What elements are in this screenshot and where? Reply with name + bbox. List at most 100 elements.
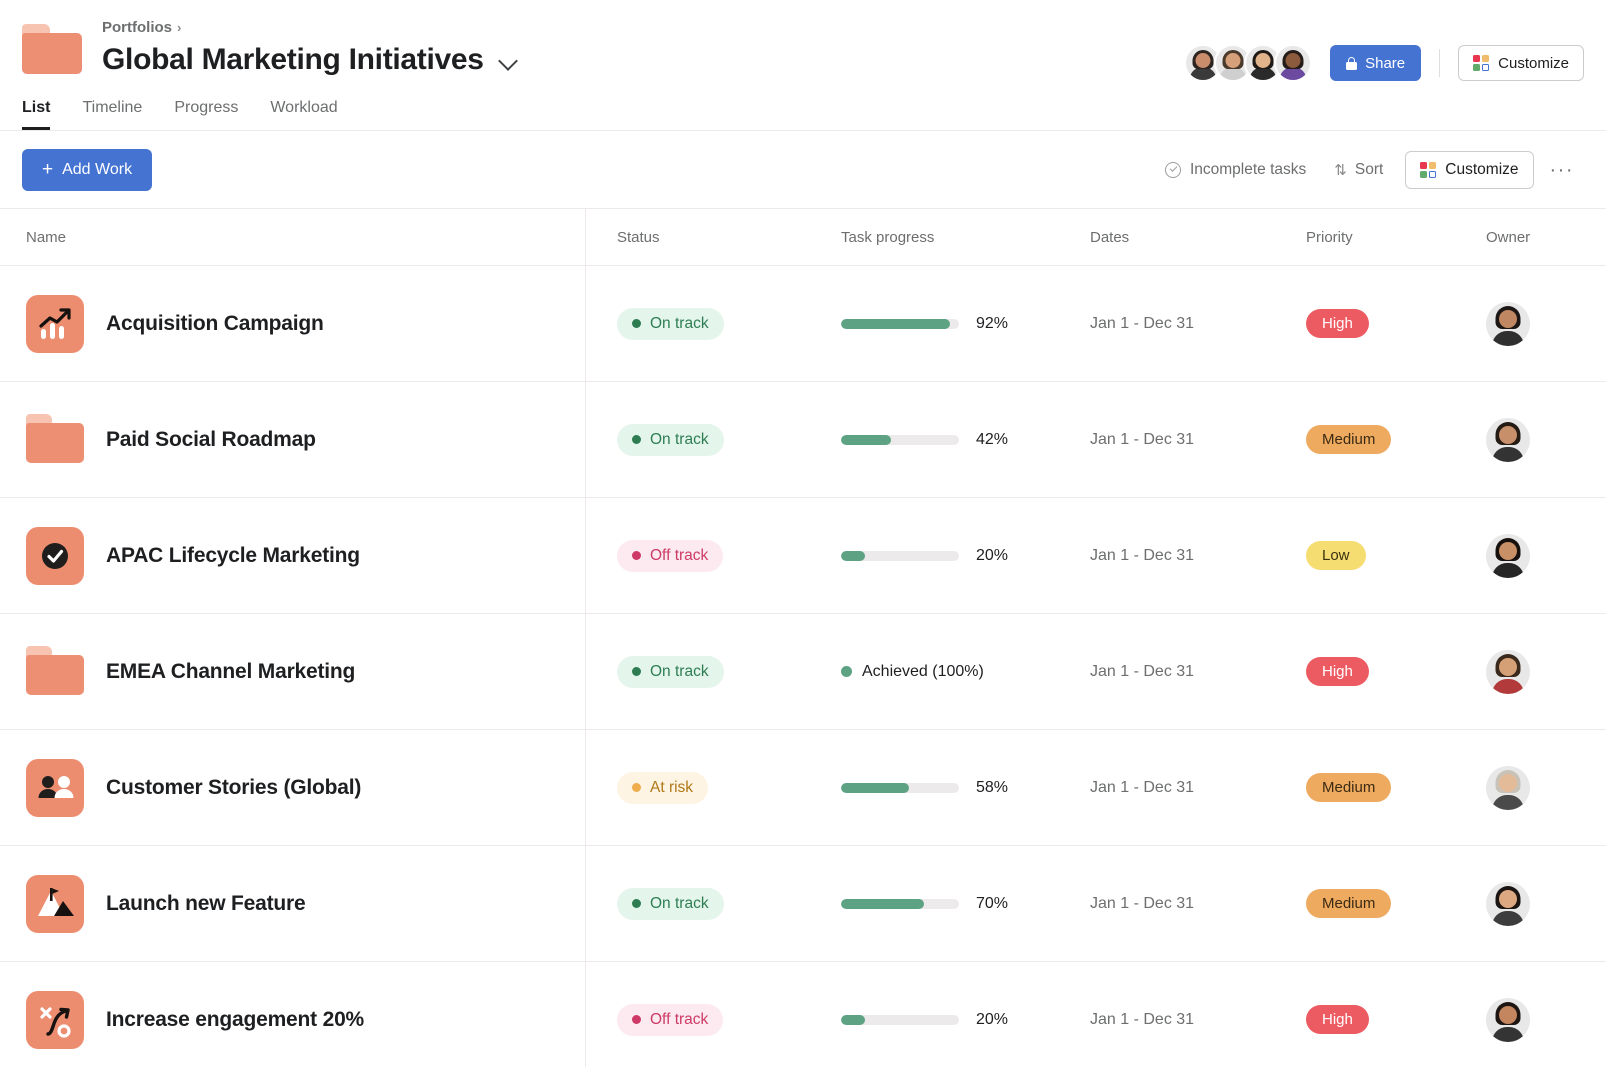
- row-owner-cell[interactable]: [1486, 649, 1606, 694]
- row-title[interactable]: EMEA Channel Marketing: [106, 660, 355, 684]
- row-owner-cell[interactable]: [1486, 997, 1606, 1042]
- breadcrumb-portfolios[interactable]: Portfolios: [102, 18, 172, 38]
- column-header-task-progress[interactable]: Task progress: [833, 229, 1086, 246]
- row-title[interactable]: Launch new Feature: [106, 892, 306, 916]
- member-avatars[interactable]: [1184, 44, 1313, 82]
- row-name-cell[interactable]: Paid Social Roadmap: [0, 413, 585, 466]
- row-status-cell[interactable]: On track: [585, 887, 833, 920]
- row-dates-cell[interactable]: Jan 1 - Dec 31: [1086, 431, 1306, 449]
- avatar[interactable]: [1486, 649, 1530, 694]
- row-status-cell[interactable]: On track: [585, 423, 833, 456]
- row-name-cell[interactable]: Acquisition Campaign: [0, 294, 585, 353]
- status-badge[interactable]: On track: [617, 887, 724, 920]
- row-name-cell[interactable]: Customer Stories (Global): [0, 758, 585, 817]
- column-header-dates[interactable]: Dates: [1086, 229, 1306, 246]
- row-priority-cell[interactable]: High: [1306, 309, 1486, 338]
- status-badge[interactable]: Off track: [617, 1003, 724, 1036]
- add-work-button[interactable]: + Add Work: [22, 148, 153, 191]
- row-status-cell[interactable]: At risk: [585, 771, 833, 804]
- view-tabs[interactable]: List Timeline Progress Workload: [22, 98, 338, 130]
- row-priority-cell[interactable]: High: [1306, 1005, 1486, 1034]
- tab-workload[interactable]: Workload: [270, 98, 337, 130]
- row-title[interactable]: Increase engagement 20%: [106, 1008, 364, 1032]
- status-badge[interactable]: On track: [617, 307, 724, 340]
- tab-timeline[interactable]: Timeline: [82, 98, 142, 130]
- status-badge[interactable]: Off track: [617, 539, 724, 572]
- priority-badge[interactable]: High: [1306, 309, 1369, 338]
- row-dates-cell[interactable]: Jan 1 - Dec 31: [1086, 779, 1306, 797]
- row-title[interactable]: Customer Stories (Global): [106, 776, 361, 800]
- status-badge[interactable]: On track: [617, 423, 724, 456]
- table-row[interactable]: Paid Social Roadmap On track 42% Jan 1 - De…: [0, 382, 1606, 498]
- row-owner-cell[interactable]: [1486, 765, 1606, 810]
- table-row[interactable]: Customer Stories (Global) At risk 58% Jan 1…: [0, 730, 1606, 846]
- row-owner-cell[interactable]: [1486, 533, 1606, 578]
- row-progress-cell[interactable]: 20%: [833, 547, 1086, 565]
- row-owner-cell[interactable]: [1486, 881, 1606, 926]
- row-progress-cell[interactable]: 92%: [833, 315, 1086, 333]
- table-row[interactable]: Increase engagement 20% Off track 20% Jan 1…: [0, 962, 1606, 1067]
- row-dates-cell[interactable]: Jan 1 - Dec 31: [1086, 663, 1306, 681]
- row-status-cell[interactable]: On track: [585, 307, 833, 340]
- tab-progress[interactable]: Progress: [174, 98, 238, 130]
- column-header-name[interactable]: Name: [0, 229, 585, 246]
- row-dates-cell[interactable]: Jan 1 - Dec 31: [1086, 315, 1306, 333]
- customize-button-header[interactable]: Customize: [1458, 45, 1584, 81]
- priority-badge[interactable]: High: [1306, 1005, 1369, 1034]
- row-progress-cell[interactable]: Achieved (100%): [833, 663, 1086, 681]
- row-name-cell[interactable]: Increase engagement 20%: [0, 990, 585, 1049]
- table-row[interactable]: Acquisition Campaign On track 92% Jan 1 - D…: [0, 266, 1606, 382]
- more-options-button[interactable]: ···: [1534, 160, 1584, 180]
- column-header-priority[interactable]: Priority: [1306, 229, 1486, 246]
- table-row[interactable]: APAC Lifecycle Marketing Off track 20% Jan …: [0, 498, 1606, 614]
- row-priority-cell[interactable]: Medium: [1306, 889, 1486, 918]
- tab-list[interactable]: List: [22, 98, 50, 130]
- row-priority-cell[interactable]: High: [1306, 657, 1486, 686]
- avatar[interactable]: [1486, 533, 1530, 578]
- sort-button[interactable]: ⇅ Sort: [1320, 152, 1397, 188]
- row-progress-cell[interactable]: 70%: [833, 895, 1086, 913]
- avatar[interactable]: [1486, 417, 1530, 462]
- share-button[interactable]: Share: [1330, 45, 1422, 81]
- table-row[interactable]: Launch new Feature On track 70% Jan 1 - Dec…: [0, 846, 1606, 962]
- priority-badge[interactable]: Medium: [1306, 773, 1392, 802]
- avatar[interactable]: [1486, 765, 1530, 810]
- row-status-cell[interactable]: Off track: [585, 539, 833, 572]
- chevron-down-icon[interactable]: [498, 49, 520, 71]
- priority-badge[interactable]: Medium: [1306, 425, 1392, 454]
- row-progress-cell[interactable]: 20%: [833, 1011, 1086, 1029]
- row-dates-cell[interactable]: Jan 1 - Dec 31: [1086, 1011, 1306, 1029]
- row-title[interactable]: Acquisition Campaign: [106, 312, 324, 336]
- priority-badge[interactable]: Low: [1306, 541, 1366, 570]
- customize-button-toolbar[interactable]: Customize: [1405, 150, 1534, 189]
- row-dates-cell[interactable]: Jan 1 - Dec 31: [1086, 547, 1306, 565]
- row-owner-cell[interactable]: [1486, 301, 1606, 346]
- row-name-cell[interactable]: Launch new Feature: [0, 874, 585, 933]
- row-priority-cell[interactable]: Medium: [1306, 425, 1486, 454]
- avatar[interactable]: [1486, 301, 1530, 346]
- status-badge[interactable]: On track: [617, 655, 724, 688]
- avatar[interactable]: [1486, 881, 1530, 926]
- row-priority-cell[interactable]: Medium: [1306, 773, 1486, 802]
- row-status-cell[interactable]: Off track: [585, 1003, 833, 1036]
- row-dates-cell[interactable]: Jan 1 - Dec 31: [1086, 895, 1306, 913]
- row-status-cell[interactable]: On track: [585, 655, 833, 688]
- column-header-status[interactable]: Status: [585, 229, 833, 246]
- breadcrumb[interactable]: Portfolios ›: [102, 18, 520, 38]
- status-badge[interactable]: At risk: [617, 771, 709, 804]
- priority-badge[interactable]: Medium: [1306, 889, 1392, 918]
- priority-badge[interactable]: High: [1306, 657, 1369, 686]
- table-row[interactable]: EMEA Channel Marketing On track Achieved (…: [0, 614, 1606, 730]
- row-name-cell[interactable]: EMEA Channel Marketing: [0, 645, 585, 698]
- row-name-cell[interactable]: APAC Lifecycle Marketing: [0, 526, 585, 585]
- avatar[interactable]: [1274, 44, 1313, 82]
- incomplete-tasks-filter[interactable]: Incomplete tasks: [1151, 152, 1320, 188]
- avatar[interactable]: [1486, 997, 1530, 1042]
- row-title[interactable]: APAC Lifecycle Marketing: [106, 544, 360, 568]
- row-progress-cell[interactable]: 58%: [833, 779, 1086, 797]
- row-priority-cell[interactable]: Low: [1306, 541, 1486, 570]
- row-progress-cell[interactable]: 42%: [833, 431, 1086, 449]
- row-owner-cell[interactable]: [1486, 417, 1606, 462]
- row-title[interactable]: Paid Social Roadmap: [106, 428, 316, 452]
- column-header-owner[interactable]: Owner: [1486, 229, 1606, 246]
